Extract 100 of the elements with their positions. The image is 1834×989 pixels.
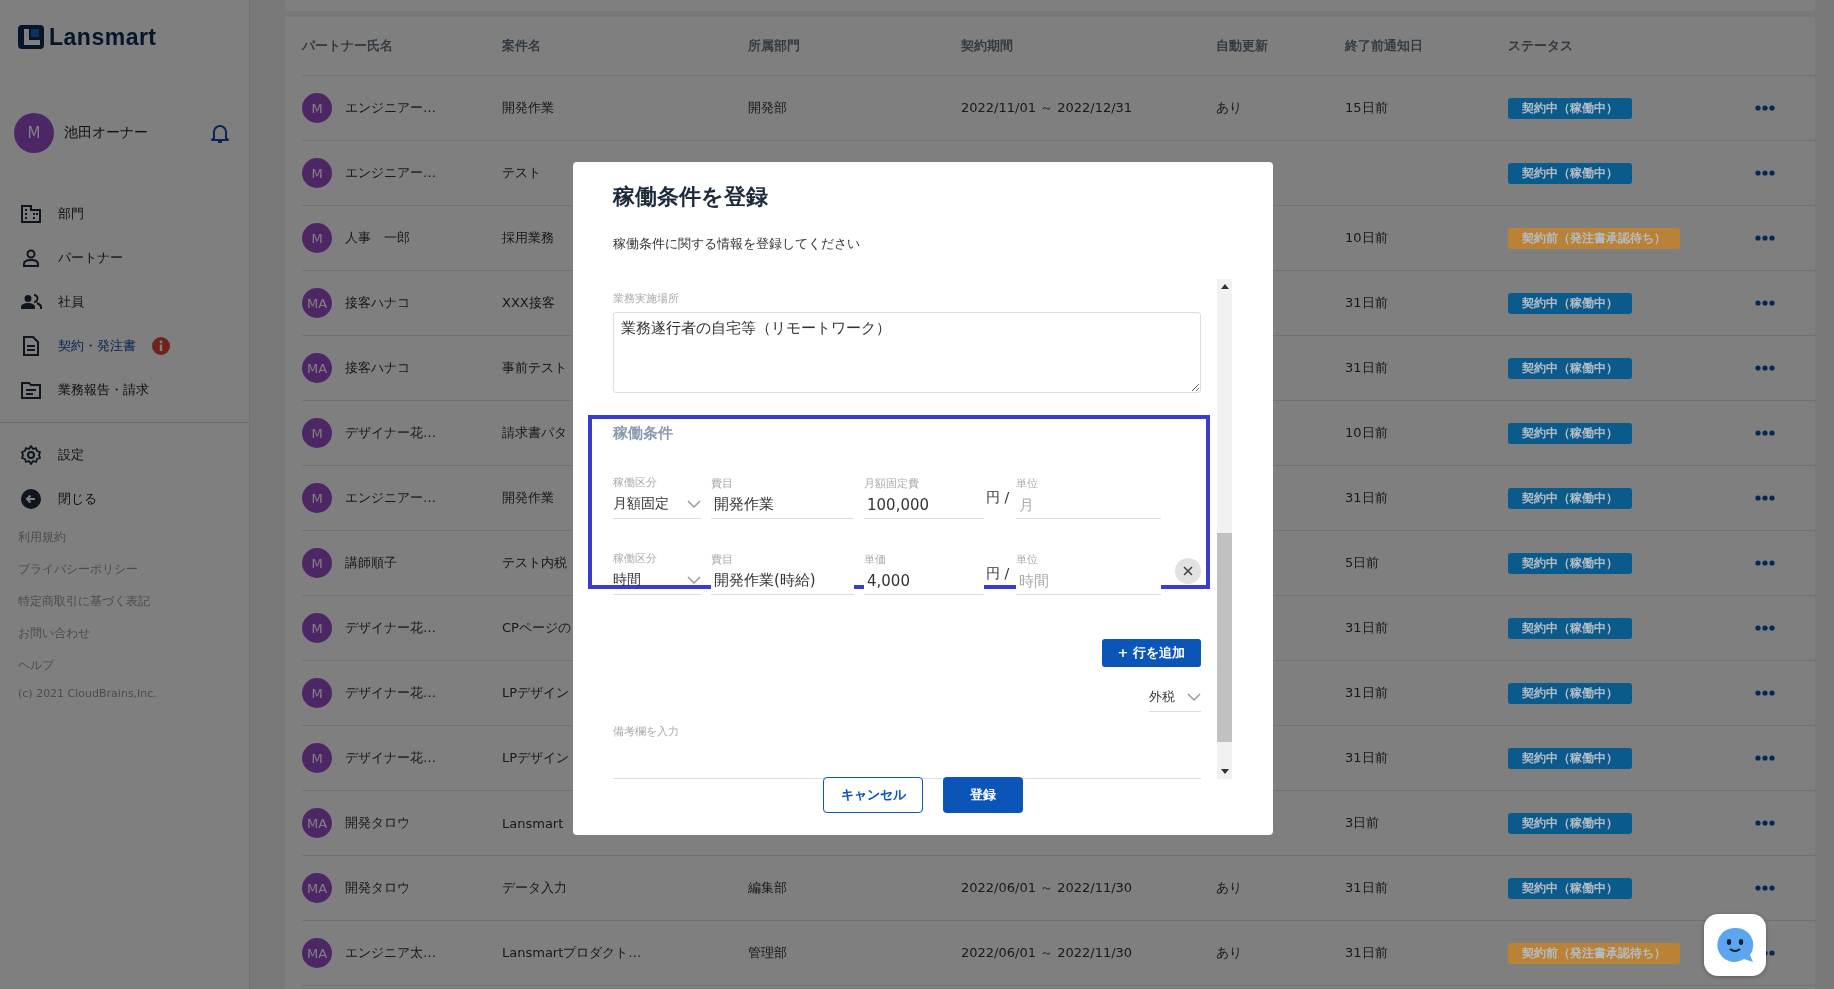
table-cell: 接客ハナコ <box>345 294 410 312</box>
table-cell: Lansmartプロダクト… <box>502 944 642 962</box>
scrollbar[interactable] <box>1217 279 1232 779</box>
more-icon[interactable] <box>1755 885 1775 891</box>
field-label: 月額固定費 <box>864 476 919 492</box>
table-cell: エンジニアー… <box>345 99 436 117</box>
column-header: 案件名 <box>502 37 542 55</box>
nav-item[interactable]: パートナー <box>0 236 135 280</box>
location-field[interactable]: 業務遂行者の自宅等（リモートワーク） <box>613 312 1201 394</box>
chat-button[interactable] <box>1704 914 1766 976</box>
status-badge: 契約中（稼働中） <box>1508 422 1632 444</box>
section-title: 稼働条件 <box>613 424 673 444</box>
field-label: 備考欄を入力 <box>613 724 679 740</box>
table-cell: 管理部 <box>748 944 787 962</box>
more-icon[interactable] <box>1755 300 1775 306</box>
add-row-button[interactable]: + 行を追加 <box>1101 639 1201 668</box>
status-badge: 契約中（稼働中） <box>1508 487 1632 509</box>
scroll-down-icon[interactable] <box>1220 769 1229 774</box>
more-icon[interactable] <box>1755 560 1775 566</box>
status-badge: 契約中（稼働中） <box>1508 747 1632 769</box>
nav-item[interactable]: 社員 <box>0 280 96 324</box>
chevron-down-icon <box>687 575 701 585</box>
status-badge: 契約中（稼働中） <box>1508 812 1632 834</box>
status-badge: 契約中（稼働中） <box>1508 682 1632 704</box>
table-cell: XXX接客 <box>502 294 555 312</box>
table-cell: 事前テスト <box>502 359 567 377</box>
document-icon <box>20 336 42 356</box>
status-badge: 契約中（稼働中） <box>1508 292 1632 314</box>
table-cell: テスト内税 <box>502 554 567 572</box>
table-cell: LPデザイン <box>502 684 570 702</box>
table-cell: 3日前 <box>1345 814 1380 832</box>
submit-button[interactable]: 登録 <box>943 777 1023 813</box>
column-header: 所属部門 <box>748 37 801 55</box>
more-icon[interactable] <box>1755 820 1775 826</box>
table-cell: 採用業務 <box>502 229 554 247</box>
table-cell: 2022/11/01 ～ 2022/12/31 <box>961 99 1133 117</box>
table-cell: 2022/06/01 ～ 2022/11/30 <box>961 944 1133 962</box>
avatar: M <box>302 223 332 253</box>
dialog-subtitle: 稼働条件に関する情報を登録してください <box>613 235 860 253</box>
table-cell: CPページの <box>502 619 571 637</box>
settings-icon <box>20 445 42 465</box>
table-cell: 31日前 <box>1345 944 1388 962</box>
more-icon[interactable] <box>1755 365 1775 371</box>
field-label: 費目 <box>711 476 733 492</box>
field-label: 単位 <box>1016 476 1038 492</box>
chevron-down-icon <box>687 499 701 509</box>
table-cell: データ入力 <box>502 879 567 897</box>
table-cell: 31日前 <box>1345 489 1388 507</box>
type-select[interactable]: 時間 <box>613 566 701 596</box>
scroll-thumb[interactable] <box>1217 533 1232 742</box>
chat-bot-icon <box>1715 926 1755 964</box>
table-cell: エンジニア太… <box>345 944 436 962</box>
more-icon[interactable] <box>1755 105 1775 111</box>
alert-icon <box>152 337 170 355</box>
scroll-up-icon[interactable] <box>1220 284 1229 289</box>
more-icon[interactable] <box>1755 495 1775 501</box>
more-icon[interactable] <box>1755 625 1775 631</box>
type-select[interactable]: 月額固定 <box>613 490 701 520</box>
nav-item[interactable]: 契約・発注書 <box>0 324 182 368</box>
remove-button[interactable] <box>1175 558 1201 585</box>
cancel-button[interactable]: キャンセル <box>823 777 923 813</box>
bell-icon[interactable] <box>211 123 229 143</box>
nav-item[interactable]: 設定 <box>0 433 96 477</box>
more-icon[interactable] <box>1755 170 1775 176</box>
table-cell: 開発作業 <box>502 489 554 507</box>
field-label: 単価 <box>864 552 886 568</box>
status-badge: 契約中（稼働中） <box>1508 877 1632 899</box>
table-cell: テスト <box>502 164 541 182</box>
more-icon[interactable] <box>1755 690 1775 696</box>
nav-item[interactable]: 部門 <box>0 192 96 236</box>
status-badge: 契約中（稼働中） <box>1508 162 1632 184</box>
avatar: MA <box>302 288 332 318</box>
table-cell: 31日前 <box>1345 294 1388 312</box>
field-label: 業務実施場所 <box>613 291 679 306</box>
tax-select[interactable]: 外税 <box>1149 683 1201 713</box>
table-cell: あり <box>1216 99 1242 117</box>
table-cell: 31日前 <box>1345 619 1388 637</box>
table-cell: Lansmart <box>502 815 564 831</box>
table-cell: 開発作業 <box>502 99 554 117</box>
nav-item[interactable]: 閉じる <box>0 477 109 521</box>
field-label: 稼働区分 <box>613 551 657 567</box>
more-icon[interactable] <box>1755 235 1775 241</box>
avatar: M <box>302 678 332 708</box>
people-icon <box>20 294 42 310</box>
table-cell: 請求書パタ <box>502 424 567 442</box>
status-badge: 契約中（稼働中） <box>1508 97 1632 119</box>
column-header: ステータス <box>1508 37 1574 55</box>
logo-text: Lansmart <box>49 23 157 51</box>
table-cell: 15日前 <box>1345 99 1388 117</box>
table-cell: 31日前 <box>1345 359 1388 377</box>
more-icon[interactable] <box>1755 755 1775 761</box>
more-icon[interactable] <box>1755 430 1775 436</box>
avatar: M <box>302 743 332 773</box>
avatar: MA <box>302 873 332 903</box>
table-cell: エンジニアー… <box>345 164 436 182</box>
table-cell: デザイナー花… <box>345 619 436 637</box>
nav-item[interactable]: 業務報告・請求 <box>0 368 161 412</box>
status-badge: 契約中（稼働中） <box>1508 552 1632 574</box>
field-label: 稼働区分 <box>613 475 657 491</box>
table-cell: デザイナー花… <box>345 684 436 702</box>
